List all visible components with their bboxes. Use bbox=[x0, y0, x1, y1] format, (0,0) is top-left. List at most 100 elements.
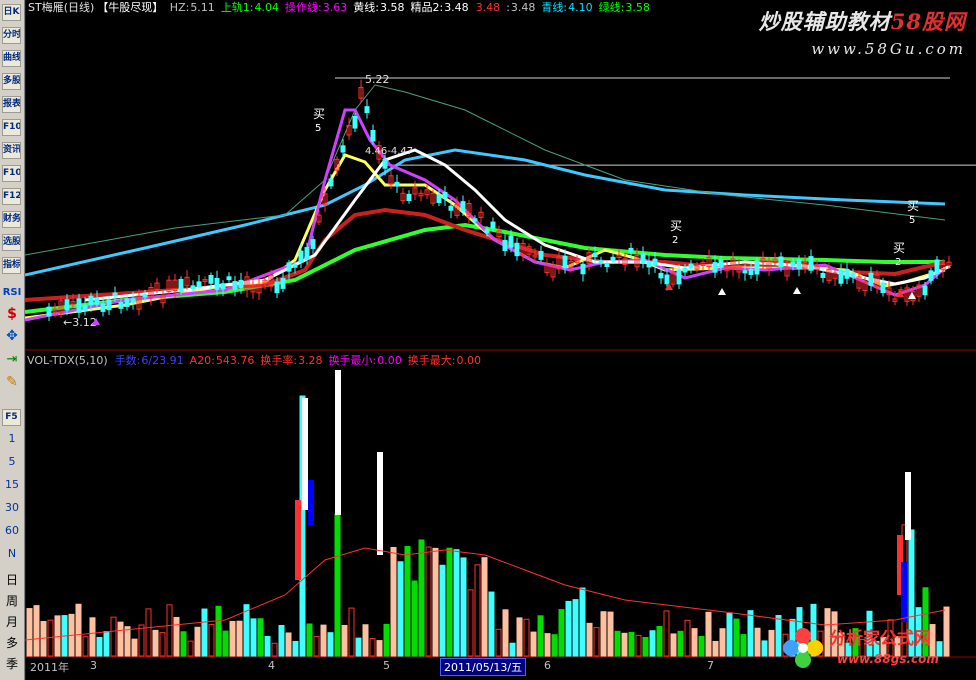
money-icon[interactable]: $ bbox=[0, 306, 24, 322]
volume-bar bbox=[747, 610, 754, 657]
candle-body bbox=[484, 229, 490, 234]
toolbar-button[interactable]: F12 bbox=[2, 188, 21, 205]
exit-icon[interactable]: ⇥ bbox=[0, 352, 24, 367]
candle-body bbox=[472, 218, 478, 222]
toolbar-button[interactable]: 选股 bbox=[2, 234, 21, 251]
period-cn-button[interactable]: 多 bbox=[0, 634, 24, 651]
period-cn-button[interactable]: 周 bbox=[0, 592, 24, 609]
period-cn-button[interactable]: 日 bbox=[0, 571, 24, 588]
toolbar-button[interactable]: 多股 bbox=[2, 73, 21, 90]
toolbar-button[interactable]: 资讯 bbox=[2, 142, 21, 159]
pencil-icon[interactable]: ✎ bbox=[0, 374, 24, 390]
volume-bar bbox=[334, 513, 341, 657]
period-button[interactable]: 5 bbox=[0, 455, 24, 468]
main_header-label: 精品2: bbox=[410, 1, 444, 14]
candle-body bbox=[502, 239, 508, 252]
axis-year: 2011年 bbox=[30, 661, 69, 674]
volume-bar bbox=[138, 624, 145, 657]
period-button[interactable]: N bbox=[0, 547, 24, 560]
high-label: 5.22 bbox=[365, 73, 390, 86]
volume-bar bbox=[187, 640, 194, 657]
buy-marker-count: 5 bbox=[909, 215, 915, 226]
volume-bar bbox=[600, 611, 607, 657]
volume-bar bbox=[117, 621, 124, 657]
volume-bar bbox=[418, 539, 425, 657]
volume-bar bbox=[243, 604, 250, 657]
volume-bar bbox=[348, 607, 355, 657]
volume-bar bbox=[222, 630, 229, 657]
period-button[interactable]: 60 bbox=[0, 524, 24, 537]
axis-month-label: 5 bbox=[383, 659, 390, 672]
buy-marker-count: 2 bbox=[672, 235, 678, 246]
main_header-item: 黄线:3.58 bbox=[353, 1, 407, 14]
volume-bar bbox=[376, 640, 383, 657]
candle-body bbox=[844, 268, 850, 279]
toolbar-button[interactable]: 指标 bbox=[2, 257, 21, 274]
volume-bar bbox=[215, 605, 222, 657]
volume-bar bbox=[194, 626, 201, 657]
rsi-button[interactable]: RSI bbox=[0, 287, 24, 298]
vol_header-value: 0.00 bbox=[456, 354, 482, 367]
main_header-label: 青线: bbox=[541, 1, 568, 14]
volume-bar bbox=[719, 628, 726, 657]
volume-bar bbox=[383, 623, 390, 657]
volume-bar bbox=[33, 605, 40, 657]
period-button[interactable]: 1 bbox=[0, 432, 24, 445]
fs-button[interactable]: F5 bbox=[2, 409, 21, 426]
candle-body bbox=[214, 277, 220, 290]
candle-body bbox=[352, 115, 358, 129]
candle-body bbox=[928, 270, 934, 281]
volume-bar bbox=[768, 629, 775, 657]
candle-body bbox=[292, 264, 298, 268]
toolbar-button[interactable]: 分时 bbox=[2, 27, 21, 44]
vol_header-value: 6/23.91 bbox=[141, 354, 184, 367]
vol_header-value: 543.76 bbox=[215, 354, 255, 367]
toolbar-button[interactable]: F10 bbox=[2, 165, 21, 182]
period-button[interactable]: 30 bbox=[0, 501, 24, 514]
volume-bar bbox=[621, 632, 628, 657]
volume-bar bbox=[698, 635, 705, 657]
main-header: ST梅雁(日线) 【牛股尽现】 HZ:5.11 上轨1:4.04 操作线:3.63 黄线… bbox=[28, 0, 659, 15]
candle-body bbox=[274, 281, 280, 294]
volume-bar bbox=[544, 633, 551, 657]
toolbar-button[interactable]: 曲线 bbox=[2, 50, 21, 67]
volume-bar bbox=[474, 564, 481, 657]
candle-body bbox=[868, 272, 874, 286]
buy-marker-label: 买 bbox=[670, 219, 682, 233]
toolbar-button[interactable]: F10 bbox=[2, 119, 21, 136]
volume-bar bbox=[754, 627, 761, 657]
candle-body bbox=[364, 106, 370, 114]
move-icon[interactable]: ✥ bbox=[0, 328, 24, 344]
candle-body bbox=[580, 263, 586, 275]
candle-body bbox=[598, 260, 604, 264]
candle-body bbox=[238, 279, 244, 288]
main_header-label: 上轨1: bbox=[220, 1, 254, 14]
volume-bar bbox=[124, 626, 131, 657]
volume-bar bbox=[572, 599, 579, 657]
candle-body bbox=[460, 201, 466, 212]
volume-bar bbox=[432, 547, 439, 657]
volume-bar bbox=[278, 625, 285, 657]
kline-chart[interactable]: 5.22 ←3.12 4.46-4.47 买 5 买 2 买 5 买 2 bbox=[25, 0, 976, 680]
period-button[interactable]: 15 bbox=[0, 478, 24, 491]
candle-body bbox=[304, 247, 310, 261]
volume-bar bbox=[285, 632, 292, 657]
vol_header-label: 换手最大: bbox=[407, 354, 456, 367]
candle-body bbox=[646, 261, 652, 268]
buy-marker-label: 买 bbox=[907, 199, 919, 213]
vol_header-label: VOL-TDX(5,10) bbox=[27, 354, 108, 367]
volume-bar bbox=[369, 638, 376, 657]
toolbar-button[interactable]: 财务 bbox=[2, 211, 21, 228]
flower-logo-icon bbox=[783, 628, 823, 668]
volume-bar bbox=[292, 640, 299, 657]
period-cn-button[interactable]: 月 bbox=[0, 613, 24, 630]
buy-marker-count: 2 bbox=[895, 257, 901, 268]
period-cn-button[interactable]: 季 bbox=[0, 655, 24, 672]
toolbar-button[interactable]: 日K bbox=[2, 4, 21, 21]
volume-bar bbox=[152, 629, 159, 657]
toolbar-button[interactable]: 报表 bbox=[2, 96, 21, 113]
candle-body bbox=[226, 276, 232, 281]
candle-body bbox=[208, 274, 214, 284]
volume-bar bbox=[131, 638, 138, 657]
main_header-value: 4.04 bbox=[254, 1, 280, 14]
